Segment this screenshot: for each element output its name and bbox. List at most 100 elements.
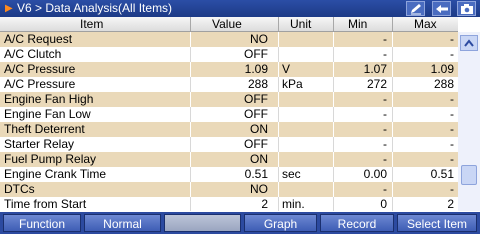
column-divider: [392, 62, 393, 77]
column-divider: [333, 182, 334, 197]
graph-button[interactable]: Graph: [244, 214, 317, 232]
cell-value: OFF: [244, 137, 268, 151]
column-divider: [333, 137, 334, 152]
table-header: Item Value Unit Min Max: [0, 17, 458, 32]
table-row[interactable]: Engine Fan Low OFF - -: [0, 107, 458, 122]
column-divider: [392, 107, 393, 122]
table-row[interactable]: Time from Start 2 min. 0 2: [0, 197, 458, 211]
cell-max: 288: [433, 77, 454, 91]
cell-max: -: [450, 122, 454, 136]
table-row[interactable]: Engine Crank Time 0.51 sec 0.00 0.51: [0, 167, 458, 182]
cell-value: 2: [261, 197, 268, 211]
data-table: A/C Request NO - - A/C Clutch OFF - - A/C Pressu…: [0, 32, 458, 211]
table-row[interactable]: Engine Fan High OFF - -: [0, 92, 458, 107]
cell-unit: kPa: [282, 77, 303, 91]
cell-unit: [282, 32, 332, 47]
column-divider: [190, 107, 191, 122]
column-divider: [278, 197, 279, 211]
cell-value: OFF: [244, 107, 268, 121]
column-divider: [190, 137, 191, 152]
cell-item: Time from Start: [4, 197, 87, 211]
column-divider: [333, 197, 334, 211]
cell-max: 0.51: [430, 167, 454, 181]
table-row[interactable]: A/C Request NO - -: [0, 32, 458, 47]
column-divider: [278, 62, 279, 77]
column-divider: [392, 167, 393, 182]
cell-max: -: [450, 137, 454, 151]
back-arrow-icon[interactable]: [432, 1, 451, 16]
cell-min: -: [383, 47, 387, 61]
pencil-icon[interactable]: [406, 1, 425, 16]
column-divider: [392, 32, 393, 47]
cell-item: A/C Pressure: [4, 77, 76, 91]
camera-icon[interactable]: [457, 1, 476, 16]
cell-min: 0.00: [363, 167, 387, 181]
table-row[interactable]: A/C Pressure 1.09 V 1.07 1.09: [0, 62, 458, 77]
column-divider: [190, 62, 191, 77]
cell-min: -: [383, 122, 387, 136]
vertical-scrollbar[interactable]: [458, 32, 480, 229]
column-divider: [392, 137, 393, 152]
column-divider: [190, 167, 191, 182]
table-row[interactable]: DTCs NO - -: [0, 182, 458, 197]
table-row[interactable]: A/C Clutch OFF - -: [0, 47, 458, 62]
column-divider: [190, 32, 191, 47]
column-divider: [392, 122, 393, 137]
normal-button[interactable]: Normal: [84, 214, 161, 232]
cell-min: 1.07: [363, 62, 387, 76]
column-divider: [190, 92, 191, 107]
cell-item: A/C Clutch: [4, 47, 62, 61]
column-divider: [190, 152, 191, 167]
column-divider: [392, 152, 393, 167]
column-divider: [333, 152, 334, 167]
column-divider: [190, 77, 191, 92]
column-divider: [278, 92, 279, 107]
cell-unit: [282, 122, 332, 137]
column-header-value: Value: [212, 17, 242, 31]
function-button[interactable]: Function: [3, 214, 81, 232]
cell-value: 288: [247, 77, 268, 91]
table-row[interactable]: Starter Relay OFF - -: [0, 137, 458, 152]
column-divider: [333, 107, 334, 122]
cell-item: Starter Relay: [4, 137, 75, 151]
column-divider: [278, 47, 279, 62]
column-divider: [392, 182, 393, 197]
cell-item: Engine Crank Time: [4, 167, 107, 181]
column-header-item: Item: [80, 17, 104, 31]
column-divider: [392, 47, 393, 62]
column-divider: [190, 197, 191, 211]
cell-min: -: [383, 137, 387, 151]
cell-unit: [282, 47, 332, 62]
cell-item: A/C Pressure: [4, 62, 76, 76]
cell-value: NO: [250, 182, 268, 196]
cell-max: -: [450, 107, 454, 121]
cell-unit: V: [282, 62, 291, 76]
cell-unit: [282, 137, 332, 152]
window-title: V6 > Data Analysis(All Items): [17, 1, 173, 15]
column-divider: [278, 77, 279, 92]
cell-value: 0.51: [244, 167, 268, 181]
cell-min: -: [383, 32, 387, 46]
scroll-up-icon[interactable]: [460, 35, 478, 51]
cell-max: 2: [447, 197, 454, 211]
cell-min: -: [383, 152, 387, 166]
cell-min: -: [383, 182, 387, 196]
select-item-button[interactable]: Select Item: [397, 214, 477, 232]
cell-min: -: [383, 92, 387, 106]
cell-value: 1.09: [244, 62, 268, 76]
cell-max: -: [450, 182, 454, 196]
title-arrow-icon: ▶: [5, 3, 13, 14]
table-row[interactable]: A/C Pressure 288 kPa 272 288: [0, 77, 458, 92]
scrollbar-thumb[interactable]: [461, 165, 477, 185]
column-divider: [392, 197, 393, 211]
cell-unit: [282, 182, 332, 197]
record-button[interactable]: Record: [320, 214, 394, 232]
column-divider: [278, 182, 279, 197]
table-row[interactable]: Theft Deterrent ON - -: [0, 122, 458, 137]
column-divider: [333, 122, 334, 137]
column-divider: [392, 92, 393, 107]
cell-unit: [282, 152, 332, 167]
table-row[interactable]: Fuel Pump Relay ON - -: [0, 152, 458, 167]
cell-min: 272: [366, 77, 387, 91]
column-divider: [278, 107, 279, 122]
